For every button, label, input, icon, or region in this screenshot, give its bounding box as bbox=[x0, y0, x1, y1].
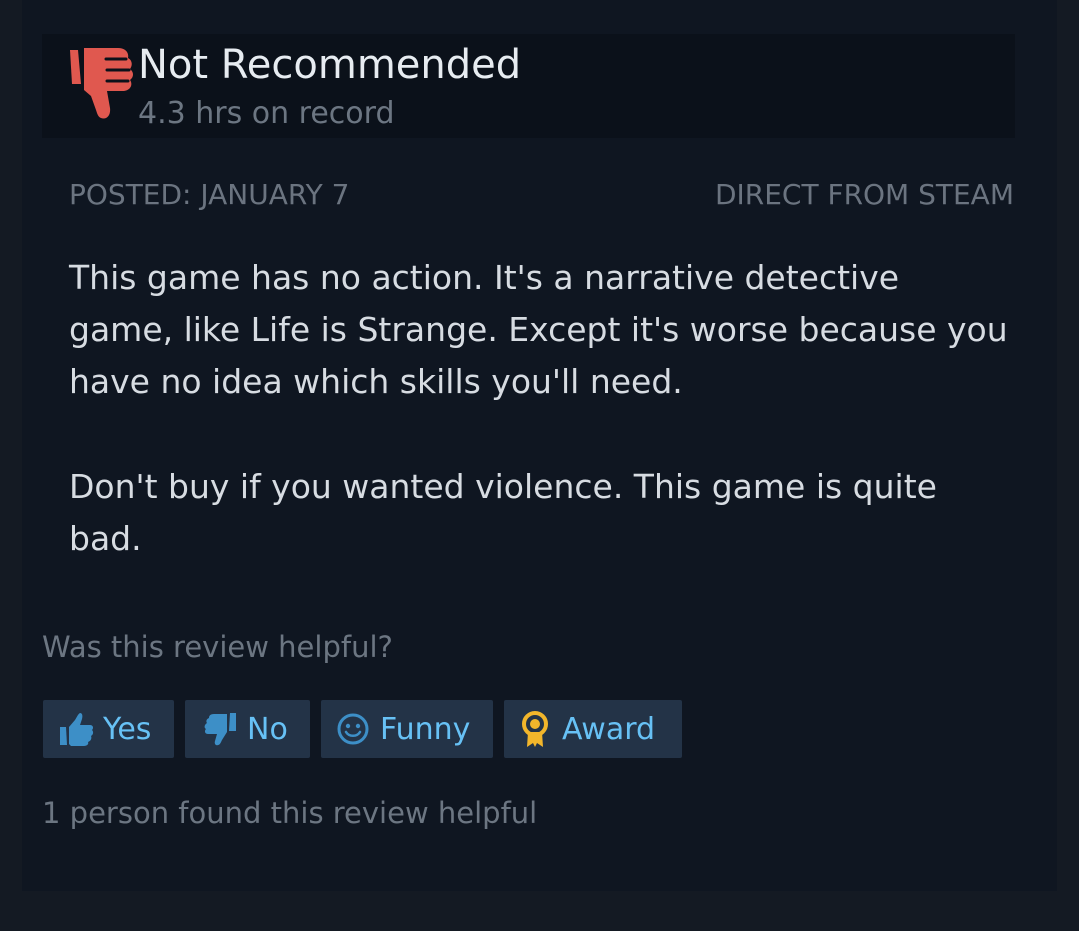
smiley-icon bbox=[337, 713, 369, 745]
award-ribbon-icon bbox=[522, 711, 548, 747]
review-body: This game has no action. It's a narrativ… bbox=[69, 252, 1009, 618]
review-paragraph: Don't buy if you wanted violence. This g… bbox=[69, 467, 937, 558]
thumbs-down-icon bbox=[204, 713, 236, 746]
review-source: DIRECT FROM STEAM bbox=[714, 178, 1014, 211]
review-verdict: Not Recommended bbox=[138, 42, 522, 88]
review-paragraph: This game has no action. It's a narrativ… bbox=[69, 258, 1008, 401]
yes-label: Yes bbox=[103, 711, 152, 747]
funny-label: Funny bbox=[380, 711, 471, 747]
review-header: Not Recommended 4.3 hrs on record bbox=[42, 34, 1015, 138]
helpful-question: Was this review helpful? bbox=[42, 630, 393, 664]
thumbs-down-icon bbox=[70, 48, 133, 119]
no-label: No bbox=[247, 711, 288, 747]
thumbs-up-icon bbox=[60, 713, 94, 746]
award-button[interactable]: Award bbox=[504, 700, 682, 758]
posted-date: POSTED: JANUARY 7 bbox=[69, 178, 350, 211]
helpful-count: 1 person found this review helpful bbox=[42, 796, 538, 830]
review-card: Not Recommended 4.3 hrs on record POSTED… bbox=[22, 0, 1057, 891]
award-label: Award bbox=[562, 711, 656, 747]
playtime-hours: 4.3 hrs on record bbox=[138, 96, 395, 131]
funny-button[interactable]: Funny bbox=[321, 700, 493, 758]
no-button[interactable]: No bbox=[185, 700, 310, 758]
yes-button[interactable]: Yes bbox=[43, 700, 174, 758]
